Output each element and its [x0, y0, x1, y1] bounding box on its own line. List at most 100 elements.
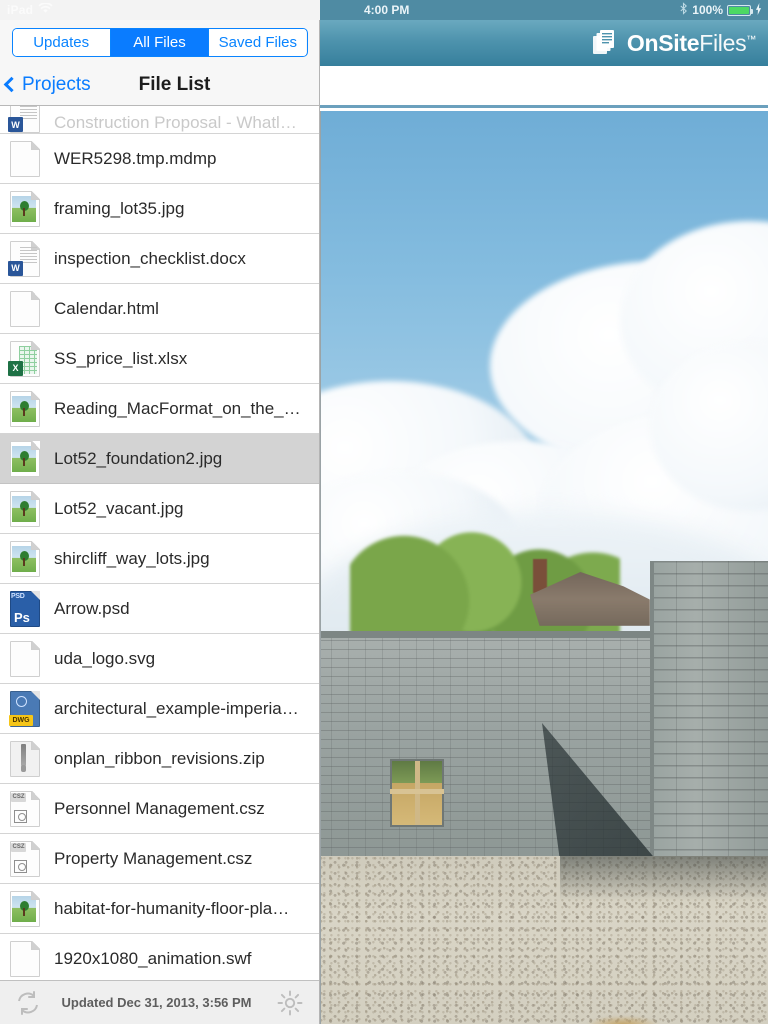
file-name: Calendar.html — [54, 298, 159, 318]
file-name: shircliff_way_lots.jpg — [54, 548, 210, 568]
status-bar-right: 4:00 PM 100% — [320, 0, 768, 20]
image-file-icon — [10, 190, 40, 227]
file-name: SS_price_list.xlsx — [54, 348, 188, 368]
image-file-icon — [10, 390, 40, 427]
word-badge: W — [8, 260, 23, 276]
file-name: architectural_example-imperia… — [54, 698, 299, 718]
generic-file-icon — [10, 940, 40, 977]
list-item[interactable]: PSD Ps Arrow.psd — [0, 584, 319, 634]
brand-name-bold: OnSite — [626, 29, 700, 56]
tab-updates[interactable]: Updates — [12, 28, 111, 56]
image-file-icon — [10, 490, 40, 527]
word-doc-icon: W — [8, 106, 40, 133]
generic-file-icon — [10, 140, 40, 177]
file-name: onplan_ribbon_revisions.zip — [54, 748, 265, 768]
list-item[interactable]: X SS_price_list.xlsx — [0, 334, 319, 384]
gear-icon[interactable] — [277, 990, 303, 1016]
photoshop-file-icon: PSD Ps — [10, 590, 40, 627]
sidebar: Updates All Files Saved Files Projects F… — [0, 20, 320, 1024]
file-name: Arrow.psd — [54, 598, 130, 618]
file-name: Personnel Management.csz — [54, 798, 265, 818]
list-item-selected[interactable]: Lot52_foundation2.jpg — [0, 434, 319, 484]
list-item[interactable]: habitat-for-humanity-floor-pla… — [0, 884, 319, 934]
back-button-label: Projects — [22, 73, 91, 95]
list-item[interactable]: framing_lot35.jpg — [0, 184, 319, 234]
generic-file-icon — [10, 290, 40, 327]
back-button[interactable]: Projects — [0, 74, 91, 96]
list-item[interactable]: CSZ Property Management.csz — [0, 834, 319, 884]
file-name: uda_logo.svg — [54, 648, 156, 668]
footer-toolbar: Updated Dec 31, 2013, 3:56 PM — [0, 980, 319, 1024]
sync-status-text: Updated Dec 31, 2013, 3:56 PM — [61, 995, 252, 1010]
segmented-control-container: Updates All Files Saved Files — [0, 20, 319, 64]
battery-icon — [727, 4, 753, 16]
device-name: iPad — [7, 3, 34, 17]
list-item[interactable]: W inspection_checklist.docx — [0, 234, 319, 284]
trademark-symbol: ™ — [746, 33, 756, 45]
list-item[interactable]: Lot52_vacant.jpg — [0, 484, 319, 534]
file-name: WER5298.tmp.mdmp — [54, 148, 217, 168]
file-name: framing_lot35.jpg — [54, 198, 185, 218]
csz-file-icon: CSZ — [10, 840, 40, 877]
list-item[interactable]: 1920x1080_animation.swf — [0, 934, 319, 980]
list-item[interactable]: uda_logo.svg — [0, 634, 319, 684]
list-item[interactable]: shircliff_way_lots.jpg — [0, 534, 319, 584]
app-logo: OnSiteFiles™ — [592, 29, 756, 57]
navigation-bar: Projects File List — [0, 64, 319, 106]
tab-all-files[interactable]: All Files — [110, 28, 210, 56]
dwg-badge: DWG — [9, 714, 33, 726]
csz-file-icon: CSZ — [10, 790, 40, 827]
word-doc-icon: W — [8, 240, 40, 277]
list-item[interactable]: WER5298.tmp.mdmp — [0, 134, 319, 184]
segmented-control[interactable]: Updates All Files Saved Files — [11, 27, 308, 57]
documents-stack-icon — [592, 29, 620, 57]
bluetooth-icon — [679, 2, 688, 18]
dwg-file-icon: DWG — [9, 690, 40, 727]
charging-bolt-icon — [755, 2, 762, 18]
csz-badge: CSZ — [11, 792, 26, 802]
brand-name: OnSiteFiles™ — [627, 30, 756, 57]
file-name: inspection_checklist.docx — [54, 248, 246, 268]
wifi-icon — [38, 1, 53, 19]
image-file-icon — [10, 890, 40, 927]
status-bar: iPad 4:00 PM 100% — [0, 0, 768, 20]
file-name: 1920x1080_animation.swf — [54, 948, 252, 968]
tab-saved-files[interactable]: Saved Files — [209, 28, 307, 56]
list-item[interactable]: onplan_ribbon_revisions.zip — [0, 734, 319, 784]
window-sill — [390, 789, 444, 794]
file-name: habitat-for-humanity-floor-pla… — [54, 898, 290, 918]
csz-badge: CSZ — [11, 842, 26, 852]
file-list[interactable]: W Construction Proposal - Whatl… WER5298… — [0, 106, 319, 980]
ground-shadow — [560, 856, 768, 901]
image-preview[interactable] — [320, 111, 768, 1024]
image-file-icon — [10, 440, 40, 477]
chevron-left-icon — [3, 76, 20, 93]
house-chimney — [533, 559, 547, 593]
list-item[interactable]: Reading_MacFormat_on_the_… — [0, 384, 319, 434]
battery-percentage: 100% — [692, 3, 723, 17]
list-item[interactable]: W Construction Proposal - Whatl… — [0, 106, 319, 134]
psd-label: Ps — [14, 609, 30, 625]
app-root: OnSiteFiles™ Lot52_foundation2.jpg — [0, 0, 768, 1024]
word-badge: W — [8, 117, 23, 132]
file-name: Property Management.csz — [54, 848, 253, 868]
file-name: Lot52_vacant.jpg — [54, 498, 184, 518]
file-name: Construction Proposal - Whatl… — [54, 113, 297, 132]
file-name: Reading_MacFormat_on_the_… — [54, 398, 301, 418]
generic-file-icon — [10, 640, 40, 677]
status-indicators: 100% — [679, 2, 762, 18]
image-file-icon — [10, 540, 40, 577]
status-bar-left: iPad — [0, 0, 320, 20]
zip-file-icon — [10, 740, 40, 777]
dirt-patch — [588, 1016, 658, 1024]
excel-badge: X — [8, 360, 23, 376]
excel-file-icon: X — [8, 340, 40, 377]
clock: 4:00 PM — [364, 3, 410, 17]
list-item[interactable]: CSZ Personnel Management.csz — [0, 784, 319, 834]
list-item[interactable]: DWG architectural_example-imperia… — [0, 684, 319, 734]
brand-name-light: Files — [699, 29, 747, 56]
list-item[interactable]: Calendar.html — [0, 284, 319, 334]
file-name: Lot52_foundation2.jpg — [54, 448, 223, 468]
navbar-title: File List — [138, 73, 211, 95]
psd-tag: PSD — [11, 592, 25, 600]
